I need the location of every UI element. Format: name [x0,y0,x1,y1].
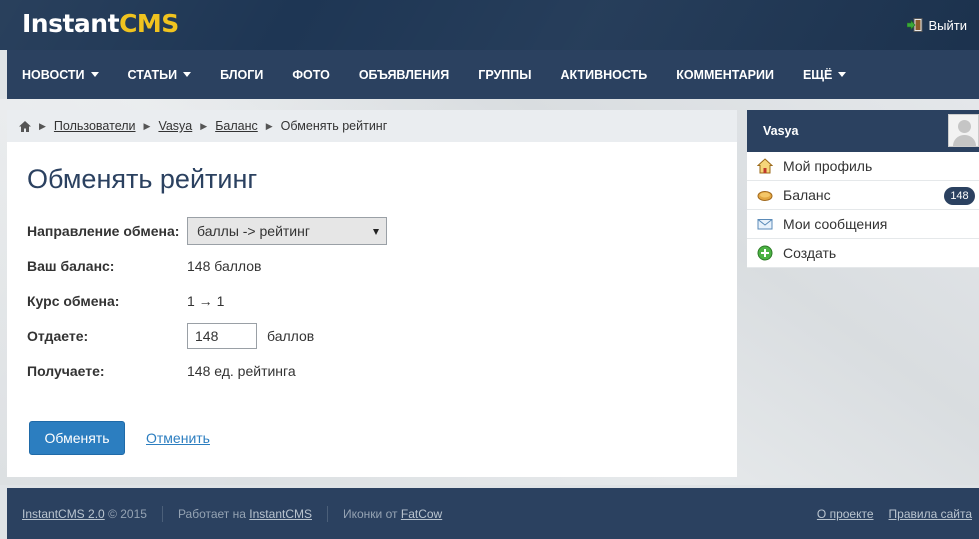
coin-icon [757,187,773,203]
logout-link[interactable]: Выйти [906,17,968,33]
footer-powered-prefix: Работает на [177,506,246,521]
nav-label: ГРУППЫ [478,67,532,82]
nav-item-activity[interactable]: АКТИВНОСТЬ [561,68,648,82]
sidebar-item-profile[interactable]: Мой профиль [747,152,979,181]
user-sidebar: Vasya Мой профиль Баланс 148 Мои сообщен… [747,110,979,268]
breadcrumb-user[interactable]: Vasya [158,119,192,133]
rate-label: Курс обмена: [27,293,120,309]
balance-badge: 148 [944,187,975,205]
give-row: Отдаете: 148 баллов [27,323,314,349]
nav-label: ФОТО [292,67,330,82]
nav-label: БЛОГИ [220,67,264,82]
home-icon[interactable] [19,120,31,132]
rate-row: Курс обмена: 1 → 1 [27,293,224,309]
nav-item-comments[interactable]: КОММЕНТАРИИ [676,68,774,82]
footer-icons: Иконки от FatCow [328,506,457,522]
sidebar-item-create[interactable]: Создать [747,239,979,268]
sidebar-item-label: Мои сообщения [783,216,888,232]
nav-item-ads[interactable]: ОБЪЯВЛЕНИЯ [359,68,449,82]
site-footer: InstantCMS 2.0 © 2015 Работает на Instan… [7,488,979,539]
breadcrumb: ▶ Пользователи ▶ Vasya ▶ Баланс ▶ Обменя… [7,110,737,142]
sidebar-item-label: Мой профиль [783,158,873,174]
breadcrumb-separator: ▶ [39,120,46,131]
breadcrumb-users[interactable]: Пользователи [54,119,136,133]
footer-copyright-text: © 2015 [108,506,147,521]
dropdown-arrow-icon [373,229,379,235]
give-label: Отдаете: [27,328,89,344]
avatar-body [953,135,976,146]
breadcrumb-current: Обменять рейтинг [280,119,388,133]
sidebar-item-label: Создать [783,245,837,261]
nav-label: ЕЩЁ [802,67,833,82]
caret-down-icon [183,72,192,77]
site-header: InstantCMS Выйти [0,0,979,50]
sidebar-item-messages[interactable]: Мои сообщения [747,210,979,239]
give-unit: баллов [267,328,315,344]
breadcrumb-separator: ▶ [265,120,273,131]
receive-row: Получаете: 148 ед. рейтинга [27,363,296,379]
plus-circle-icon [757,245,773,261]
footer-powered-link[interactable]: InstantCMS [249,507,312,521]
direction-select[interactable]: баллы -> рейтинг [187,217,387,245]
nav-label: КОММЕНТАРИИ [676,67,774,82]
footer-powered: Работает на InstantCMS [163,505,328,522]
give-amount-input[interactable]: 148 [187,323,257,349]
main-nav: НОВОСТИ СТАТЬИ БЛОГИ ФОТО ОБЪЯВЛЕНИЯ ГРУ… [7,50,979,99]
footer-rules-link[interactable]: Правила сайта [889,507,972,521]
balance-row: Ваш баланс: 148 баллов [27,258,261,274]
direction-value: баллы -> рейтинг [197,223,310,239]
breadcrumb-separator: ▶ [143,120,151,131]
breadcrumb-balance[interactable]: Баланс [215,119,258,133]
avatar[interactable] [948,114,979,147]
footer-about-link[interactable]: О проекте [817,507,874,521]
receive-value: 148 ед. рейтинга [187,363,296,379]
nav-label: НОВОСТИ [22,67,85,82]
nav-item-groups[interactable]: ГРУППЫ [478,68,531,82]
page-title: Обменять рейтинг [27,164,258,194]
rate-value: 1 → 1 [187,293,225,309]
home-icon [756,158,774,174]
caret-down-icon [90,72,99,77]
exchange-button[interactable]: Обменять [29,421,125,455]
footer-icons-prefix: Иконки от [343,506,398,521]
site-logo[interactable]: InstantCMS [22,9,179,38]
caret-down-icon [838,72,847,77]
breadcrumb-separator: ▶ [200,120,208,131]
receive-label: Получаете: [27,363,105,379]
logo-text-instant: Instant [22,9,120,38]
logout-label: Выйти [928,17,968,33]
nav-label: АКТИВНОСТЬ [560,67,648,82]
nav-item-articles[interactable]: СТАТЬИ [128,68,192,82]
envelope-icon [757,216,773,232]
direction-row: Направление обмена: баллы -> рейтинг [27,217,387,245]
footer-icons-link[interactable]: FatCow [401,507,442,521]
give-amount-value: 148 [195,328,219,344]
username[interactable]: Vasya [763,124,798,138]
main-panel: ▶ Пользователи ▶ Vasya ▶ Баланс ▶ Обменя… [7,110,737,477]
nav-item-news[interactable]: НОВОСТИ [22,68,99,82]
user-header: Vasya [747,110,979,152]
footer-copyright: InstantCMS 2.0 © 2015 [7,505,163,522]
sidebar-item-balance[interactable]: Баланс 148 [747,181,979,210]
avatar-head [958,120,971,133]
balance-label: Ваш баланс: [27,258,115,274]
balance-value: 148 баллов [187,258,262,274]
nav-label: ОБЪЯВЛЕНИЯ [358,67,450,82]
logo-text-cms: CMS [119,9,179,38]
nav-item-photo[interactable]: ФОТО [292,68,329,82]
sidebar-item-label: Баланс [783,187,831,203]
footer-brand-link[interactable]: InstantCMS 2.0 [22,507,105,521]
footer-links: О проекте Правила сайта [817,507,972,521]
nav-label: СТАТЬИ [127,67,178,82]
logout-icon [906,18,923,32]
nav-item-more[interactable]: ЕЩЁ [802,67,847,82]
cancel-link[interactable]: Отменить [146,430,210,446]
nav-item-blogs[interactable]: БЛОГИ [220,68,263,82]
direction-label: Направление обмена: [27,223,180,239]
